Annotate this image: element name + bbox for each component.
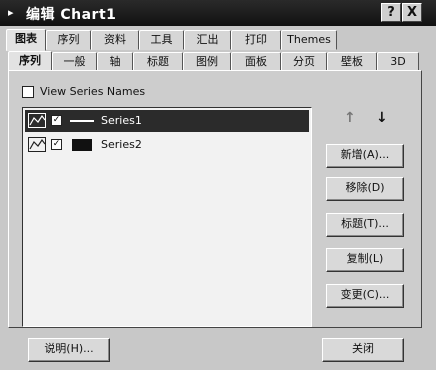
- line-chart-icon: [28, 113, 46, 128]
- series-visible-checkbox[interactable]: ✓: [51, 115, 62, 126]
- series-visible-checkbox[interactable]: ✓: [51, 139, 62, 150]
- tab-print[interactable]: 打印: [231, 30, 281, 50]
- main-tab-strip: 图表 序列 资料 工具 汇出 打印 Themes: [6, 29, 430, 51]
- color-box-swatch-icon[interactable]: [69, 139, 95, 151]
- tab-export[interactable]: 汇出: [184, 30, 231, 50]
- tab-walls[interactable]: 壁板: [327, 52, 377, 72]
- tab-paging[interactable]: 分页: [281, 52, 327, 72]
- window-title: 编辑 Chart1: [26, 7, 117, 23]
- series-name: Series2: [101, 138, 142, 151]
- add-series-button[interactable]: 新增(A)...: [326, 144, 404, 168]
- line-swatch-icon[interactable]: [69, 115, 95, 127]
- help-title-button[interactable]: ?: [381, 3, 401, 22]
- tab-panel[interactable]: 面板: [231, 52, 281, 72]
- tab-chart[interactable]: 图表: [6, 29, 46, 51]
- system-menu-icon[interactable]: ▸: [8, 6, 14, 19]
- tab-tools[interactable]: 工具: [139, 30, 184, 50]
- series-name: Series1: [101, 114, 142, 127]
- sub-tab-strip: 序列 一般 轴 标题 图例 面板 分页 壁板 3D: [8, 51, 428, 73]
- clone-series-button[interactable]: 复制(L): [326, 248, 404, 272]
- line-chart-icon: [28, 137, 46, 152]
- help-button[interactable]: 说明(H)...: [28, 338, 110, 362]
- view-series-names-checkbox[interactable]: [22, 86, 34, 98]
- tab-titles[interactable]: 标题: [133, 52, 183, 72]
- close-title-button[interactable]: X: [402, 3, 422, 22]
- tab-general[interactable]: 一般: [52, 52, 97, 72]
- remove-series-button[interactable]: 移除(D): [326, 177, 404, 201]
- series-row-2[interactable]: ✓ Series2: [25, 134, 309, 156]
- close-button[interactable]: 关闭: [322, 338, 404, 362]
- series-list[interactable]: ✓ Series1 ✓ Series2: [22, 107, 312, 327]
- tab-series-main[interactable]: 序列: [46, 30, 91, 50]
- series-title-button[interactable]: 标题(T)...: [326, 213, 404, 237]
- move-up-arrow-icon[interactable]: ↑: [344, 110, 356, 126]
- view-series-names-label: View Series Names: [40, 85, 146, 98]
- tab-3d[interactable]: 3D: [377, 52, 419, 72]
- series-row-1[interactable]: ✓ Series1: [25, 110, 309, 132]
- tab-data[interactable]: 资料: [91, 30, 139, 50]
- move-down-arrow-icon[interactable]: ↓: [376, 110, 388, 126]
- title-bar: ▸ 编辑 Chart1 ? X: [0, 0, 436, 26]
- tab-themes[interactable]: Themes: [281, 30, 337, 50]
- tab-legend[interactable]: 图例: [183, 52, 231, 72]
- change-series-button[interactable]: 变更(C)...: [326, 284, 404, 308]
- tab-axis[interactable]: 轴: [97, 52, 133, 72]
